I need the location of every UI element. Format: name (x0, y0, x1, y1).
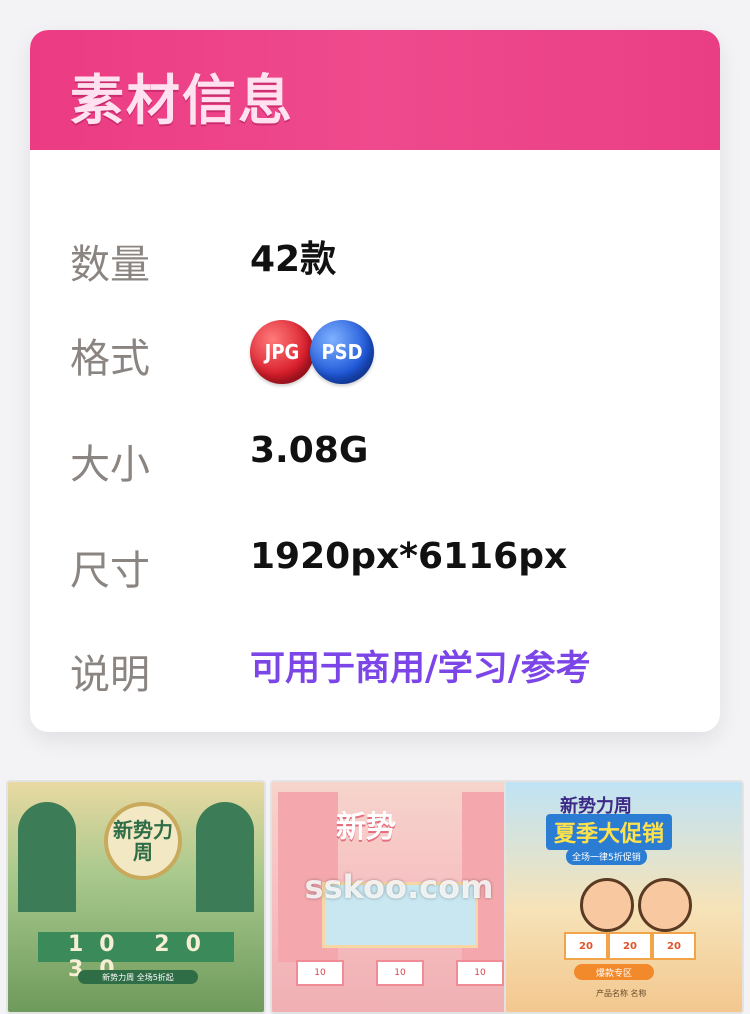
card-header: 素材信息 (30, 30, 720, 150)
coupon-tag: 20 (608, 932, 652, 960)
product-name: 产品名称 名称 (596, 989, 647, 998)
thumbnail-strip: 新势力周 10 20 30 新势力周 全场5折起 新势 10 10 10 ssk… (6, 780, 744, 1014)
info-row-dimensions: 尺寸 1920px*6116px (30, 532, 720, 594)
thumbnail-1[interactable]: 新势力周 10 20 30 新势力周 全场5折起 (6, 780, 266, 1014)
watermark-text: sskoo.com (304, 868, 494, 906)
thumbnail-bar: 新势力周 全场5折起 (78, 970, 198, 984)
quantity-label: 数量 (70, 242, 150, 288)
format-label: 格式 (70, 336, 150, 382)
child-illustration (580, 878, 634, 932)
arch-decoration (196, 802, 254, 912)
psd-badge-icon: PSD (310, 320, 374, 384)
quantity-value: 42款 (250, 239, 337, 280)
coupon-tag: 10 (296, 960, 344, 986)
note-value: 可用于商用/学习/参考 (250, 649, 591, 689)
note-label: 说明 (70, 652, 150, 698)
thumbnail-3[interactable]: 新势力周 夏季大促销 全场一律5折促销 20 20 20 爆款专区 产品名称 名… (504, 780, 744, 1014)
size-label: 大小 (70, 442, 150, 488)
thumbnail-subtitle: 全场一律5折促销 (566, 848, 647, 865)
child-illustration (638, 878, 692, 932)
info-row-quantity: 数量 42款 (30, 226, 720, 288)
info-row-format: 格式 JPG PSD (30, 320, 720, 384)
hot-zone-label: 爆款专区 (574, 964, 654, 980)
size-value: 3.08G (250, 430, 369, 471)
dimensions-label: 尺寸 (70, 548, 150, 594)
thumbnail-2[interactable]: 新势 10 10 10 sskoo.com (270, 780, 530, 1014)
material-info-card: 素材信息 数量 42款 格式 JPG PSD 大小 3.08G 尺寸 1920p… (30, 30, 720, 732)
coupon-tag: 10 (376, 960, 424, 986)
info-row-note: 说明 可用于商用/学习/参考 (30, 636, 720, 698)
thumbnail-heading: 新势 (336, 810, 396, 845)
card-title: 素材信息 (70, 69, 294, 132)
dimensions-value: 1920px*6116px (250, 536, 568, 577)
thumbnail-heading: 新势力周 (104, 802, 182, 880)
coupon-tag: 10 (456, 960, 504, 986)
jpg-badge-icon: JPG (250, 320, 314, 384)
coupon-tag: 20 (652, 932, 696, 960)
thumbnail-promo: 夏季大促销 (546, 814, 673, 850)
arch-decoration (18, 802, 76, 912)
info-row-size: 大小 3.08G (30, 426, 720, 488)
coupon-tag: 20 (564, 932, 608, 960)
